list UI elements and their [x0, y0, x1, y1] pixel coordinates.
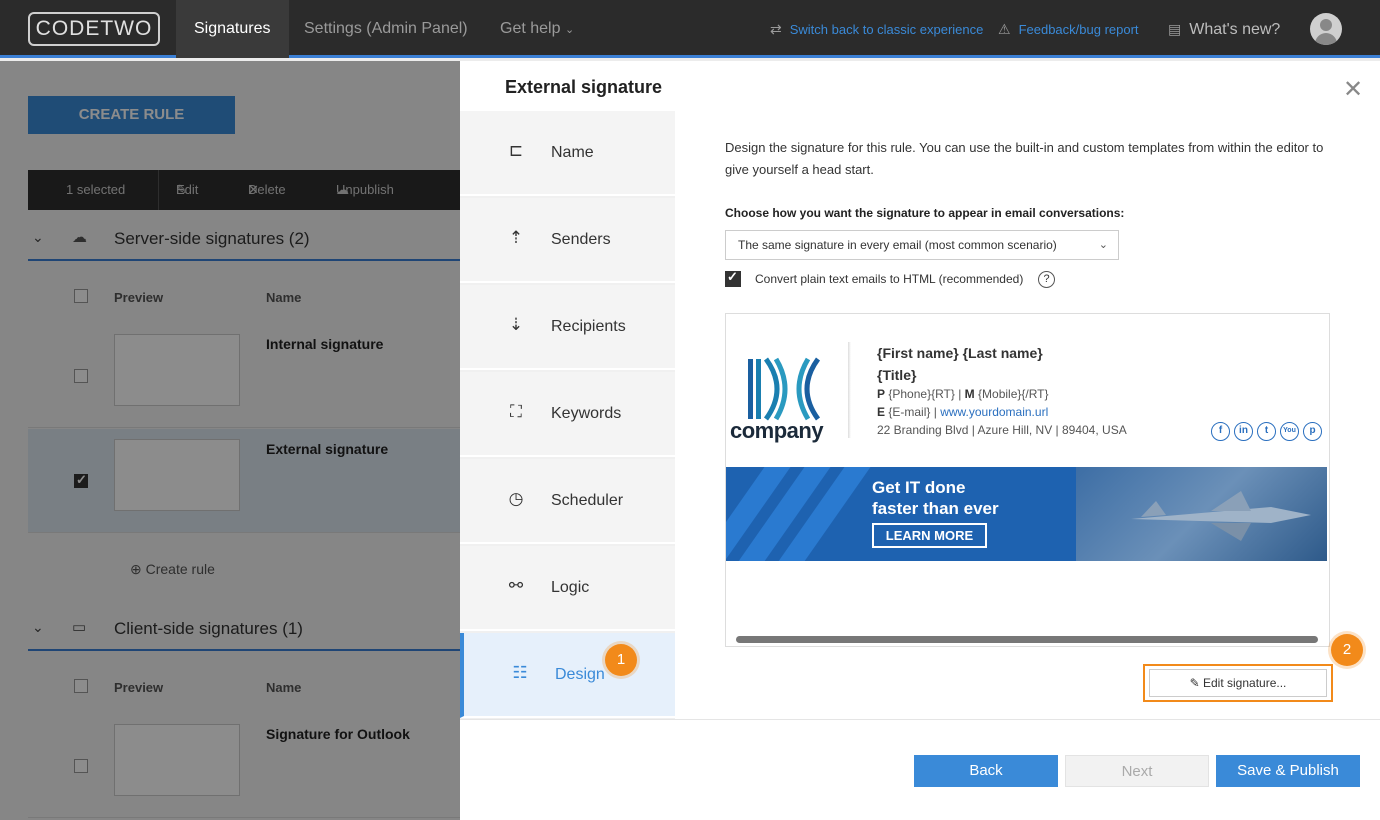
phone-value: {Phone}{RT} [888, 387, 955, 401]
wizard-steps: ⊏ Name ⇡ Senders ⇣ Recipients ⛶ Keywords… [460, 111, 675, 720]
close-icon[interactable]: ✕ [1343, 75, 1363, 104]
top-navigation-bar: CODETWO Signatures Settings (Admin Panel… [0, 0, 1380, 58]
facebook-icon: f [1211, 422, 1230, 441]
jet-icon [1131, 491, 1311, 541]
linkedin-icon: in [1234, 422, 1253, 441]
step-label: Logic [551, 579, 590, 596]
convert-html-label: Convert plain text emails to HTML (recom… [755, 272, 1024, 286]
next-button[interactable]: Next [1065, 755, 1209, 787]
step-keywords[interactable]: ⛶ Keywords [460, 372, 675, 457]
sig-email-line: E {E-mail} | www.yourdomain.url [877, 405, 1049, 419]
news-icon: ▤ [1168, 21, 1182, 37]
switch-classic-label: Switch back to classic experience [789, 22, 984, 37]
whats-new-link[interactable]: ▤ What's new? [1168, 0, 1280, 58]
step-logic[interactable]: ⚯ Logic [460, 546, 675, 631]
clock-icon: ◷ [508, 489, 524, 508]
design-icon: ☷ [512, 663, 528, 682]
save-publish-button[interactable]: Save & Publish [1216, 755, 1360, 787]
step-design[interactable]: ☷ Design [460, 633, 675, 718]
keywords-icon: ⛶ [510, 402, 522, 421]
step-recipients[interactable]: ⇣ Recipients [460, 285, 675, 370]
youtube-icon: You [1280, 422, 1299, 441]
conversation-mode-label: Choose how you want the signature to app… [725, 206, 1125, 220]
chevron-down-icon: ⌄ [1098, 239, 1108, 251]
footer-divider [460, 719, 1380, 720]
select-value: The same signature in every email (most … [738, 238, 1057, 252]
feedback-label: Feedback/bug report [1018, 22, 1139, 37]
modal-backdrop[interactable] [0, 61, 460, 820]
sig-title-placeholder: {Title} [877, 367, 917, 383]
step-label: Keywords [551, 405, 622, 422]
help-icon[interactable]: ? [1038, 271, 1055, 288]
intro-text: Design the signature for this rule. You … [725, 140, 1324, 177]
signature-preview: company {First name} {Last name} {Title}… [725, 313, 1330, 647]
step-label: Senders [551, 231, 611, 248]
sig-address-line: 22 Branding Blvd | Azure Hill, NV | 8940… [877, 423, 1127, 437]
banner-headline-1: Get IT done [872, 478, 966, 497]
pencil-icon: ✎ [1189, 676, 1203, 690]
signature-banner: Get IT done faster than ever LEARN MORE [726, 467, 1327, 561]
website-link: www.yourdomain.url [940, 405, 1049, 419]
step-label: Design [555, 666, 605, 683]
email-value: {E-mail} [888, 405, 931, 419]
email-label: E [877, 405, 886, 419]
conversation-mode-select[interactable]: The same signature in every email (most … [725, 230, 1119, 260]
step-label: Recipients [551, 318, 626, 335]
user-avatar[interactable] [1310, 13, 1342, 45]
step-scheduler[interactable]: ◷ Scheduler [460, 459, 675, 544]
edit-signature-highlight: ✎ Edit signature... [1143, 664, 1333, 702]
feedback-link[interactable]: ⚠ Feedback/bug report [998, 0, 1139, 58]
logic-icon: ⚯ [508, 576, 524, 595]
company-name: company [730, 418, 824, 443]
back-button[interactable]: Back [914, 755, 1058, 787]
convert-html-checkbox[interactable] [725, 269, 741, 287]
signpost-icon: ⊏ [508, 141, 524, 160]
tab-get-help[interactable]: Get help ⌄ [500, 0, 574, 58]
sig-name-placeholder: {First name} {Last name} [877, 345, 1043, 361]
step-label: Name [551, 144, 594, 161]
rule-wizard-modal: External signature ✕ ⊏ Name ⇡ Senders ⇣ … [460, 61, 1380, 820]
mobile-label: M [964, 387, 975, 401]
senders-icon: ⇡ [508, 228, 524, 247]
twitter-icon: t [1257, 422, 1276, 441]
learn-more-button: LEARN MORE [872, 523, 987, 548]
horizontal-scrollbar[interactable] [736, 636, 1318, 643]
divider [848, 342, 851, 438]
feedback-icon: ⚠ [998, 21, 1011, 37]
mobile-value: {Mobile}{/RT} [978, 387, 1049, 401]
recipients-icon: ⇣ [508, 315, 524, 334]
edit-signature-label: Edit signature... [1203, 676, 1287, 690]
tab-settings-admin-panel[interactable]: Settings (Admin Panel) [304, 0, 468, 58]
step-label: Scheduler [551, 492, 624, 509]
edit-signature-button[interactable]: ✎ Edit signature... [1149, 669, 1327, 697]
whats-new-label: What's new? [1189, 21, 1281, 38]
switch-classic-link[interactable]: ⇄ Switch back to classic experience [770, 0, 983, 58]
step-senders[interactable]: ⇡ Senders [460, 198, 675, 283]
banner-headline-2: faster than ever [872, 499, 999, 518]
phone-label: P [877, 387, 886, 401]
tab-signatures[interactable]: Signatures [176, 0, 289, 58]
step-badge-2: 2 [1331, 634, 1363, 666]
get-help-label: Get help [500, 20, 561, 37]
codetwo-logo[interactable]: CODETWO [28, 12, 160, 46]
swap-icon: ⇄ [770, 21, 782, 37]
modal-title: External signature [505, 77, 663, 97]
step-badge-1: 1 [605, 644, 637, 676]
pinterest-icon: p [1303, 422, 1322, 441]
step-name[interactable]: ⊏ Name [460, 111, 675, 196]
sig-phone-line: P {Phone}{RT} | M {Mobile}{/RT} [877, 387, 1049, 401]
chevron-down-icon: ⌄ [564, 24, 575, 36]
